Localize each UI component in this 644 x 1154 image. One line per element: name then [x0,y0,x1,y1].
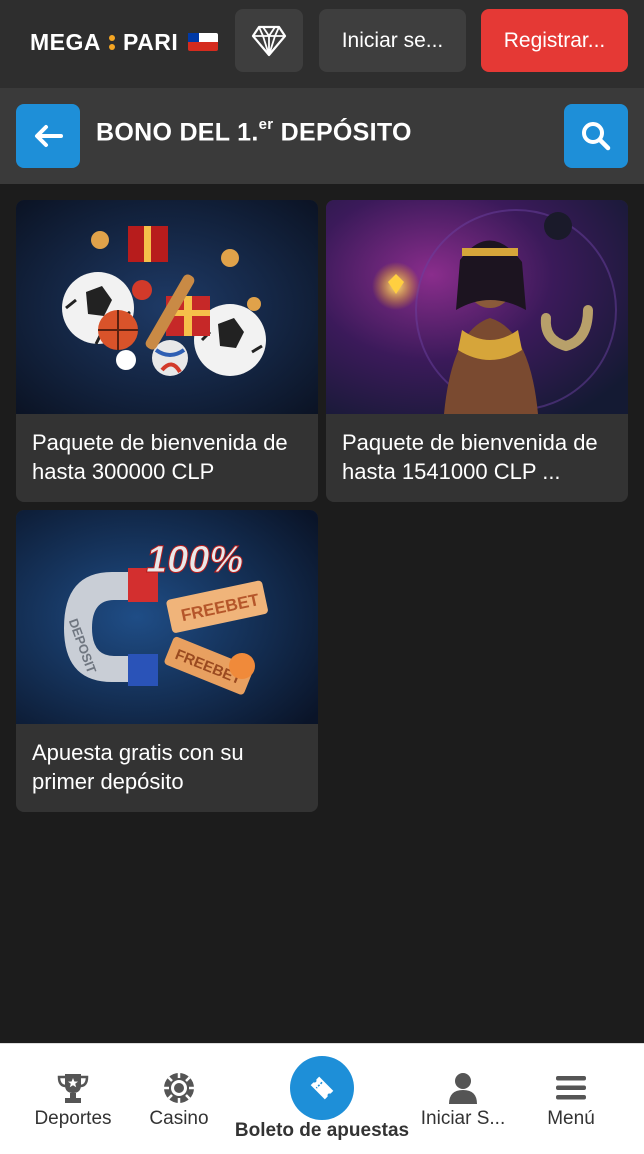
title-prefix: BONO DEL 1. [96,118,259,147]
nav-deportes[interactable]: Deportes [30,1070,116,1130]
bottom-navigation: Deportes Casino Boleto de apuestas Inici… [0,1043,644,1154]
ticket-icon [310,1076,334,1100]
chip-icon [164,1073,194,1103]
diamond-icon [251,25,287,56]
betslip-label: Boleto de apuestas [234,1120,410,1141]
freebet-promo-image: DEPOSIT 100% FREEBET FREEBET [16,510,318,724]
promo-card-freebet[interactable]: DEPOSIT 100% FREEBET FREEBET Apuesta gra… [16,510,318,812]
register-button[interactable]: Registrar... [481,9,628,72]
top-header: MEGA PARI Iniciar se... Registrar... [0,0,644,88]
nav-login[interactable]: Iniciar S... [418,1070,508,1130]
sports-promo-image [16,200,318,414]
logo-dots [109,34,115,50]
nav-label: Iniciar S... [420,1108,506,1129]
page-title: BONO DEL 1.er DEPÓSITO [96,116,412,147]
card-label: Paquete de bienvenida de hasta 300000 CL… [32,430,288,484]
nav-label: Menú [547,1108,595,1129]
logo-text-right: PARI [123,28,179,55]
search-button[interactable] [564,104,628,168]
title-superscript: er [258,116,274,133]
promo-card-sports-welcome[interactable]: Paquete de bienvenida de hasta 300000 CL… [16,200,318,502]
nav-label: Deportes [34,1108,112,1129]
logo-text-left: MEGA [30,28,101,55]
back-button[interactable] [16,104,80,168]
card-label: Apuesta gratis con su primer depósito [32,740,244,794]
arrow-left-icon [35,125,63,147]
megapari-logo[interactable]: MEGA PARI [30,28,219,56]
nav-menu[interactable]: Menú [542,1070,600,1130]
casino-promo-image [326,200,628,414]
nav-label: Casino [149,1108,209,1129]
login-button[interactable]: Iniciar se... [319,9,466,72]
search-icon [582,122,611,151]
promo-card-casino-welcome[interactable]: Paquete de bienvenida de hasta 1541000 C… [326,200,628,502]
user-icon [449,1073,477,1104]
section-header: BONO DEL 1.er DEPÓSITO [0,88,644,184]
nav-casino[interactable]: Casino [146,1070,212,1130]
menu-icon [556,1076,586,1100]
title-suffix: DEPÓSITO [273,118,412,147]
vip-diamond-button[interactable] [235,9,303,72]
trophy-icon [57,1074,89,1103]
chile-flag-icon [188,33,219,51]
percent-text: 100% [146,539,243,581]
card-label: Paquete de bienvenida de hasta 1541000 C… [342,430,598,484]
betslip-button[interactable] [290,1056,354,1120]
